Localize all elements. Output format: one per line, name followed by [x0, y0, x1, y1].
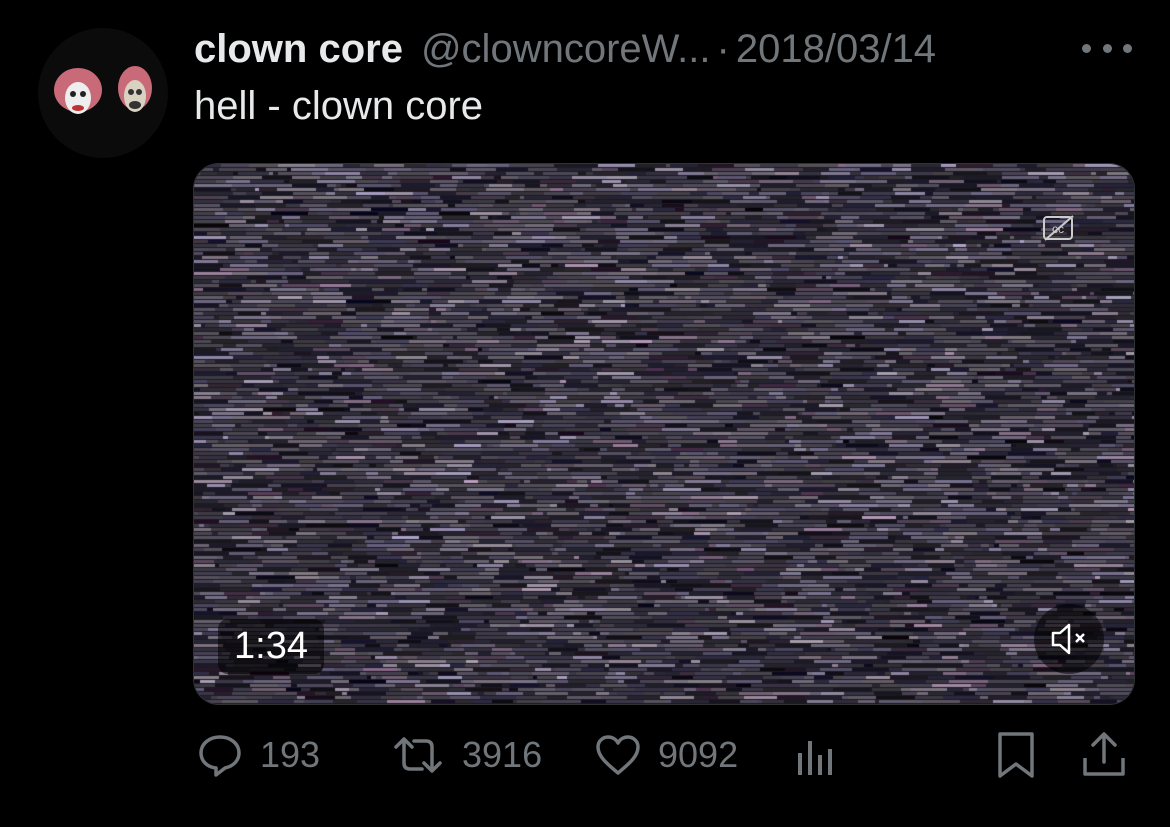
share-icon	[1080, 730, 1128, 780]
tweet-date[interactable]: 2018/03/14	[736, 27, 936, 72]
views-button[interactable]	[794, 725, 838, 785]
bookmark-icon	[994, 730, 1038, 780]
reply-button[interactable]: 193	[196, 725, 320, 785]
retweet-count: 3916	[462, 734, 543, 775]
retweet-icon	[390, 731, 446, 779]
display-name[interactable]: clown core	[194, 27, 403, 72]
share-button[interactable]	[1080, 725, 1128, 785]
separator-dot: ·	[716, 26, 730, 71]
views-icon	[794, 731, 838, 779]
tweet-text: hell - clown core	[194, 84, 484, 128]
cc-icon[interactable]: cc	[1042, 214, 1076, 242]
clown-mask-right	[118, 66, 152, 112]
video-frame[interactable]	[194, 164, 1134, 704]
video-player[interactable]: cc 1:34	[193, 163, 1135, 705]
mute-icon[interactable]	[1034, 604, 1104, 674]
action-bar: 193 3916 9092	[194, 725, 1134, 785]
like-icon	[594, 731, 642, 779]
like-button[interactable]: 9092	[594, 725, 738, 785]
bookmark-button[interactable]	[994, 725, 1038, 785]
user-handle[interactable]: @clowncoreW...	[421, 27, 711, 72]
like-count: 9092	[658, 734, 739, 775]
more-icon[interactable]	[1082, 30, 1132, 66]
tweet-header: clown core @clowncoreW... · 2018/03/14	[194, 24, 1130, 74]
retweet-button[interactable]: 3916	[390, 725, 542, 785]
clown-mask-left	[54, 68, 102, 114]
avatar[interactable]	[38, 28, 168, 158]
reply-count: 193	[260, 734, 321, 775]
video-duration: 1:34	[218, 619, 324, 674]
reply-icon	[196, 731, 244, 779]
